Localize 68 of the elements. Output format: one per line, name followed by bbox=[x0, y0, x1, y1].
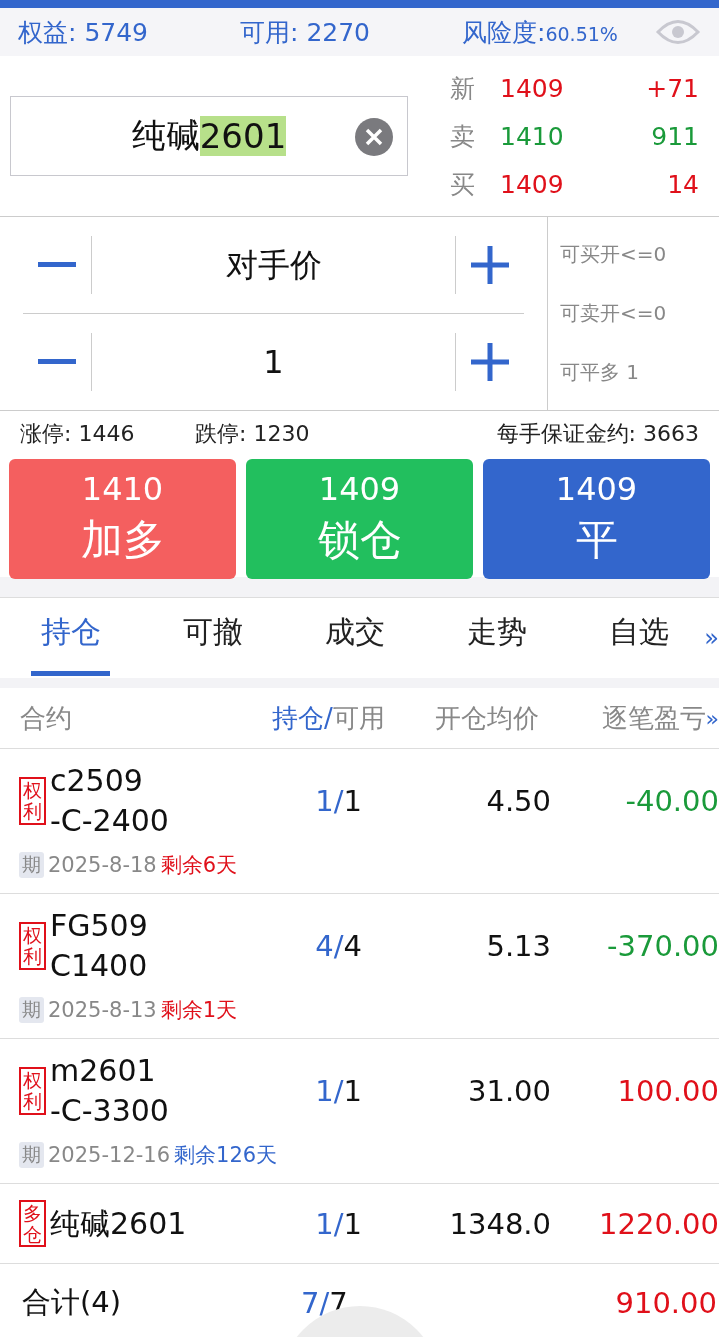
margin-text: 每手保证金约: 3663 bbox=[496, 420, 699, 448]
more-tabs-icon[interactable]: » bbox=[704, 624, 719, 652]
limit-text: 可平多 1 bbox=[560, 359, 641, 386]
quote-price: 1409 bbox=[500, 73, 565, 103]
risk-text: 风险度:60.51% bbox=[462, 16, 619, 49]
quote-label: 新 bbox=[450, 72, 476, 105]
expiry-tag: 期 bbox=[19, 852, 44, 878]
expiry-tag: 期 bbox=[19, 997, 44, 1023]
remaining-days: 剩余126天 bbox=[174, 1141, 278, 1169]
position-tag: 多仓 bbox=[19, 1199, 46, 1248]
equity-text: 权益: 5749 bbox=[18, 16, 149, 49]
quote-label: 买 bbox=[450, 168, 476, 201]
pnl-cell-text: 910.00 bbox=[614, 1286, 717, 1320]
position-cell-text: 1/1 bbox=[314, 784, 363, 818]
quote-label: 卖 bbox=[450, 120, 476, 153]
remaining-days: 剩余6天 bbox=[160, 851, 238, 879]
column-header: 合约 bbox=[20, 701, 73, 735]
tab[interactable]: 持仓 bbox=[0, 598, 143, 678]
remaining-days: 剩余1天 bbox=[160, 996, 238, 1024]
quote-change: 14 bbox=[666, 169, 699, 199]
quote-price: 1409 bbox=[500, 169, 565, 199]
column-header: 开仓均价 bbox=[434, 701, 540, 735]
limit-text: 可卖开<=0 bbox=[560, 300, 668, 327]
contract-name: FG509 C1400 bbox=[50, 907, 149, 985]
tab[interactable]: 可撤 bbox=[142, 598, 285, 678]
position-cell-text: 1/1 bbox=[314, 1206, 363, 1241]
more-columns-icon[interactable]: » bbox=[705, 705, 719, 731]
position-tag: 权利 bbox=[19, 777, 46, 825]
quote-change: +71 bbox=[645, 73, 699, 103]
expiry-date: 2025-12-16 bbox=[48, 1143, 171, 1167]
symbol-field[interactable]: 纯碱2601 bbox=[10, 96, 408, 176]
pnl-cell-text: 100.00 bbox=[616, 1074, 719, 1108]
tab[interactable]: 成交 bbox=[284, 598, 427, 678]
column-header: 逐笔盈亏 bbox=[600, 701, 706, 735]
expiry-tag: 期 bbox=[19, 1142, 44, 1168]
limit-text: 可买开<=0 bbox=[560, 241, 668, 268]
avg-price-cell-text: 4.50 bbox=[485, 784, 551, 818]
limit-up-text: 涨停: 1446 bbox=[20, 420, 136, 448]
contract-name: 纯碱2601 bbox=[50, 1204, 188, 1243]
position-tag: 权利 bbox=[19, 922, 46, 970]
expiry-date: 2025-8-18 bbox=[48, 853, 157, 877]
plus-icon bbox=[471, 246, 509, 284]
clear-icon[interactable] bbox=[355, 118, 393, 156]
quote-change: 911 bbox=[650, 121, 699, 151]
position-tag: 权利 bbox=[19, 1067, 46, 1115]
pnl-cell-text: -40.00 bbox=[624, 784, 719, 818]
quote-price: 1410 bbox=[500, 121, 565, 151]
position-cell-text: 1/1 bbox=[314, 1074, 363, 1108]
expiry-date: 2025-8-13 bbox=[48, 998, 157, 1022]
avg-price-cell-text: 5.13 bbox=[485, 929, 551, 963]
pnl-cell-text: 1220.00 bbox=[598, 1206, 719, 1241]
minus-icon bbox=[38, 262, 76, 268]
avg-price-cell-text: 1348.0 bbox=[448, 1206, 551, 1241]
stepper-value[interactable]: 对手价 bbox=[91, 236, 456, 294]
plus-icon bbox=[471, 343, 509, 381]
position-cell-text: 4/4 bbox=[314, 929, 363, 963]
pnl-cell-text: -370.00 bbox=[606, 929, 719, 963]
contract-name: m2601 -C-3300 bbox=[50, 1052, 170, 1130]
limit-down-text: 跌停: 1230 bbox=[195, 420, 311, 448]
column-header: 持仓/可用 bbox=[271, 701, 386, 735]
tab[interactable]: 走势 bbox=[426, 598, 569, 678]
available-text: 可用: 2270 bbox=[240, 16, 371, 49]
minus-icon bbox=[38, 359, 76, 365]
avg-price-cell-text: 31.00 bbox=[467, 1074, 551, 1108]
contract-name: c2509 -C-2400 bbox=[50, 762, 170, 840]
order-button[interactable]: 1409 平 bbox=[483, 459, 710, 579]
total-label: 合计(4) bbox=[22, 1284, 123, 1321]
stepper-value[interactable]: 1 bbox=[91, 333, 456, 391]
